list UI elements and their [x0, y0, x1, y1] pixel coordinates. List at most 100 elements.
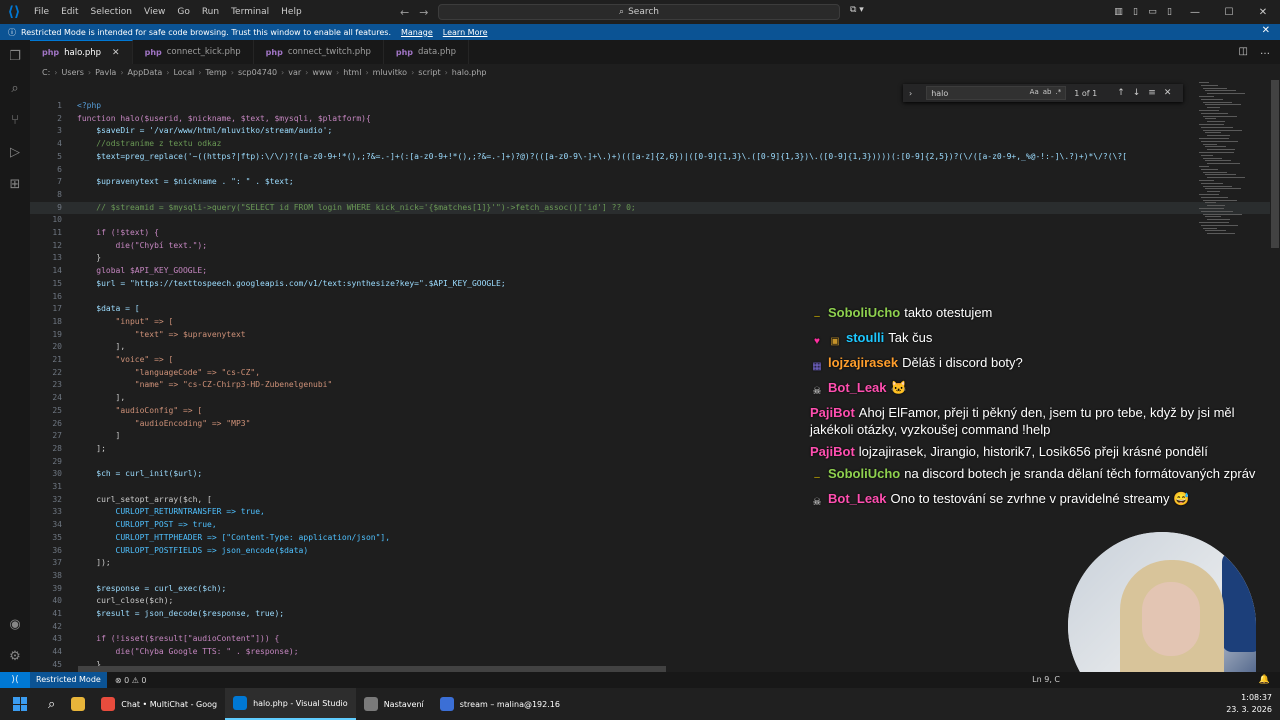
run-debug-icon[interactable]: ▷: [6, 144, 24, 162]
cursor-position[interactable]: Ln 9, C: [1032, 672, 1060, 688]
taskbar-app[interactable]: Chat • MultiChat - Goog: [93, 688, 225, 720]
find-in-selection-icon[interactable]: ≡: [1148, 88, 1156, 98]
minimap-line: [1199, 124, 1224, 125]
find-input[interactable]: halo Aa ab .*: [926, 86, 1067, 100]
manage-link[interactable]: Manage: [401, 28, 433, 37]
breadcrumb-item[interactable]: html: [343, 68, 361, 77]
php-file-icon: php: [144, 47, 162, 57]
more-actions-icon[interactable]: …: [1260, 46, 1270, 57]
minimap[interactable]: [1195, 80, 1270, 240]
code-line: 8: [30, 189, 1270, 202]
breadcrumb-item[interactable]: script: [418, 68, 440, 77]
close-icon[interactable]: ✕: [1164, 88, 1172, 98]
line-number: 3: [57, 126, 62, 136]
tab-connect-kick-php[interactable]: php connect_kick.php: [133, 40, 254, 64]
problems-status[interactable]: ⊗ 0 ⚠ 0: [115, 676, 147, 685]
minimap-line: [1203, 157, 1222, 159]
toggle-sidebar-icon[interactable]: ▯: [1127, 7, 1144, 17]
breadcrumb-item[interactable]: mluvitko: [373, 68, 407, 77]
line-number: 41: [52, 609, 62, 618]
minimap-line: [1203, 171, 1227, 173]
breadcrumb-item[interactable]: www: [312, 68, 332, 77]
line-number: 27: [52, 431, 62, 441]
taskbar-app[interactable]: Nastavení: [356, 688, 432, 720]
breadcrumb-item[interactable]: Local: [173, 68, 194, 77]
source-control-icon[interactable]: ⑂: [6, 112, 24, 130]
toggle-secondary-sidebar-icon[interactable]: ▯: [1161, 7, 1178, 17]
gear-icon[interactable]: ⚙: [6, 648, 24, 666]
line-text: "audioEncoding" => "MP3": [77, 418, 251, 428]
remote-icon[interactable]: ⟩⟨: [0, 672, 30, 688]
toggle-panel-icon[interactable]: ▭: [1144, 7, 1161, 17]
chat-text: Děláš i discord boty?: [902, 355, 1023, 370]
close-icon[interactable]: ✕: [112, 48, 120, 58]
menu-item-selection[interactable]: Selection: [85, 0, 138, 24]
chat-text: Tak čus: [888, 330, 933, 345]
layout-icon[interactable]: ▥: [1110, 7, 1127, 17]
line-number: 7: [57, 177, 62, 187]
line-text: $result = json_decode($response, true);: [77, 609, 285, 618]
start-button[interactable]: [0, 688, 40, 720]
minimap-line: [1205, 230, 1226, 232]
breadcrumb-item[interactable]: Users: [61, 68, 83, 77]
breadcrumb-item[interactable]: var: [288, 68, 301, 77]
breadcrumb-item[interactable]: C:: [42, 68, 50, 77]
menu-item-go[interactable]: Go: [171, 0, 195, 24]
extensions-icon[interactable]: ⊞: [6, 176, 24, 194]
taskbar-app-label: Chat • MultiChat - Goog: [121, 699, 218, 709]
bell-icon[interactable]: 🔔: [1259, 672, 1270, 688]
minimap-line: [1199, 110, 1219, 111]
system-clock[interactable]: 1:08:37 23. 3. 2026: [1226, 692, 1272, 716]
menu-item-help[interactable]: Help: [275, 0, 308, 24]
tab-data-php[interactable]: php data.php: [384, 40, 470, 64]
line-number: 2: [57, 113, 62, 123]
command-center-search[interactable]: ⌕ Search: [438, 4, 840, 20]
learn-more-link[interactable]: Learn More: [443, 28, 488, 37]
split-editor-icon[interactable]: ◫: [1239, 46, 1248, 57]
menu-item-view[interactable]: View: [138, 0, 171, 24]
regex-toggle[interactable]: .*: [1055, 88, 1061, 96]
taskbar-search-button[interactable]: ⌕: [40, 688, 63, 720]
breadcrumb-item[interactable]: Temp: [205, 68, 226, 77]
line-number: 31: [52, 482, 62, 491]
copilot-icon[interactable]: ⧉ ▾: [850, 5, 864, 15]
menu-item-terminal[interactable]: Terminal: [225, 0, 275, 24]
tab-connect-twitch-php[interactable]: php connect_twitch.php: [254, 40, 384, 64]
tab-halo-php[interactable]: php halo.php ✕: [30, 40, 133, 64]
taskbar-app-label: stream – malina@192.16: [459, 699, 560, 709]
close-icon[interactable]: ✕: [1262, 25, 1270, 36]
breadcrumb-item[interactable]: scp04740: [238, 68, 277, 77]
minimap-line: [1201, 224, 1238, 226]
menu-item-file[interactable]: File: [28, 0, 55, 24]
minimap-line: [1205, 146, 1226, 148]
match-word-toggle[interactable]: ab: [1043, 88, 1052, 96]
restricted-mode-status[interactable]: Restricted Mode: [30, 672, 107, 688]
next-match-icon[interactable]: ↓: [1133, 88, 1141, 98]
back-arrow-icon[interactable]: ←: [400, 6, 409, 19]
close-window-button[interactable]: ✕: [1246, 7, 1280, 18]
minimap-line: [1207, 149, 1235, 151]
previous-match-icon[interactable]: ↑: [1117, 88, 1125, 98]
taskbar-app[interactable]: halo.php - Visual Studio: [225, 688, 356, 720]
explorer-icon[interactable]: ❐: [6, 48, 24, 66]
menu-item-edit[interactable]: Edit: [55, 0, 84, 24]
forward-arrow-icon[interactable]: →: [419, 6, 428, 19]
account-icon[interactable]: ◉: [6, 616, 24, 634]
line-number: 26: [52, 418, 62, 428]
breadcrumb-item[interactable]: AppData: [128, 68, 163, 77]
search-icon[interactable]: ⌕: [6, 80, 24, 98]
line-number: 30: [52, 469, 62, 479]
vertical-scrollbar[interactable]: [1271, 80, 1279, 248]
breadcrumb-item[interactable]: halo.php: [452, 68, 487, 77]
minimap-line: [1205, 118, 1216, 120]
taskbar-file-explorer[interactable]: [63, 688, 93, 720]
minimize-button[interactable]: —: [1178, 7, 1212, 18]
taskbar-app[interactable]: stream – malina@192.16: [432, 688, 568, 720]
maximize-button[interactable]: ☐: [1212, 7, 1246, 18]
breadcrumb-item[interactable]: Pavla: [95, 68, 116, 77]
toggle-replace-icon[interactable]: ›: [909, 89, 912, 98]
line-text: $response = curl_exec($ch);: [77, 583, 227, 593]
line-number: 16: [52, 291, 62, 301]
match-case-toggle[interactable]: Aa: [1030, 88, 1039, 96]
menu-item-run[interactable]: Run: [196, 0, 225, 24]
